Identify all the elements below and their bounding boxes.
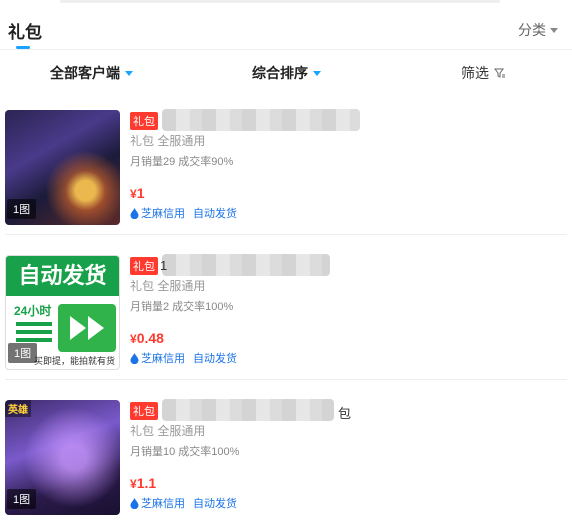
service-badges: 芝麻信用 自动发货: [130, 350, 237, 366]
item-subtitle: 礼包 全服通用: [130, 279, 206, 293]
price-value: 1: [136, 185, 145, 201]
client-filter[interactable]: 全部客户端: [50, 63, 133, 83]
auto-delivery-badge: 自动发货: [193, 208, 237, 220]
screen-filter-label: 筛选: [461, 65, 489, 81]
sesame-credit-label: 芝麻信用: [141, 353, 185, 365]
currency-symbol: ¥: [130, 332, 137, 346]
thumbnail-text-top: 自动发货: [6, 256, 119, 296]
item-price: ¥0.48: [130, 330, 164, 348]
category-tag: 礼包: [130, 257, 158, 275]
top-drag-indicator: [60, 0, 500, 3]
blurred-title: [162, 254, 330, 276]
speed-lines: [16, 322, 52, 342]
fast-forward-icon: [58, 304, 116, 352]
product-thumbnail[interactable]: 1图: [5, 110, 120, 225]
sort-filter-label: 综合排序: [252, 65, 308, 81]
item-stats: 月销量29 成交率90%: [130, 156, 234, 168]
divider: [5, 379, 567, 380]
item-price: ¥1.1: [130, 475, 156, 493]
product-thumbnail[interactable]: 自动发货 24小时 买即提，能拍就有货 1图: [5, 255, 120, 370]
service-badges: 芝麻信用 自动发货: [130, 205, 237, 221]
thumbnail-corner-label: 英雄: [5, 400, 31, 417]
filter-bar: 全部客户端 综合排序 筛选: [0, 50, 572, 94]
blurred-title: [162, 109, 360, 131]
drop-icon: [130, 207, 139, 219]
service-badges: 芝麻信用 自动发货: [130, 495, 237, 511]
divider: [5, 234, 567, 235]
image-count-badge: 1图: [7, 199, 37, 219]
category-tag: 礼包: [130, 402, 158, 420]
category-button[interactable]: 分类: [518, 20, 558, 40]
auto-delivery-badge: 自动发货: [193, 353, 237, 365]
sort-filter[interactable]: 综合排序: [252, 63, 321, 83]
currency-symbol: ¥: [130, 187, 137, 201]
sesame-credit-label: 芝麻信用: [141, 208, 185, 220]
image-count-badge: 1图: [7, 489, 37, 509]
price-value: 1.1: [136, 475, 157, 491]
item-subtitle: 礼包 全服通用: [130, 424, 206, 438]
header-bar: 礼包 分类: [0, 10, 572, 50]
thumbnail-text-24h: 24小时: [14, 304, 52, 318]
price-value: 0.48: [136, 330, 164, 346]
drop-icon: [130, 497, 139, 509]
chevron-down-icon: [550, 27, 558, 33]
sesame-credit-badge: 芝麻信用: [130, 205, 185, 221]
sesame-credit-label: 芝麻信用: [141, 498, 185, 510]
auto-delivery-badge: 自动发货: [193, 498, 237, 510]
tab-active-underline: [16, 46, 30, 49]
title-fragment: 包: [338, 406, 352, 421]
screen-filter[interactable]: 筛选: [461, 63, 506, 83]
image-count-badge: 1图: [8, 343, 38, 363]
tab-gift-pack[interactable]: 礼包: [8, 18, 42, 43]
list-item[interactable]: 自动发货 24小时 买即提，能拍就有货 1图 礼包 1 礼包 全服通用 月销量2…: [0, 240, 572, 380]
client-filter-label: 全部客户端: [50, 65, 120, 81]
chevron-down-icon: [125, 70, 133, 76]
sesame-credit-badge: 芝麻信用: [130, 350, 185, 366]
currency-symbol: ¥: [130, 477, 137, 491]
item-stats: 月销量2 成交率100%: [130, 301, 234, 313]
item-stats: 月销量10 成交率100%: [130, 446, 240, 458]
drop-icon: [130, 352, 139, 364]
chevron-down-icon: [313, 70, 321, 76]
funnel-icon: [494, 68, 505, 78]
item-subtitle: 礼包 全服通用: [130, 134, 206, 148]
item-price: ¥1: [130, 185, 144, 203]
product-thumbnail[interactable]: 英雄 1图: [5, 400, 120, 515]
category-tag: 礼包: [130, 112, 158, 130]
category-label: 分类: [518, 22, 546, 38]
title-fragment: 1: [160, 258, 168, 273]
sesame-credit-badge: 芝麻信用: [130, 495, 185, 511]
list-item[interactable]: 1图 礼包 礼包 全服通用 月销量29 成交率90% ¥1 芝麻信用 自动发货: [0, 95, 572, 235]
blurred-title: [162, 399, 334, 421]
list-item[interactable]: 英雄 1图 礼包 包 礼包 全服通用 月销量10 成交率100% ¥1.1 芝麻…: [0, 385, 572, 525]
